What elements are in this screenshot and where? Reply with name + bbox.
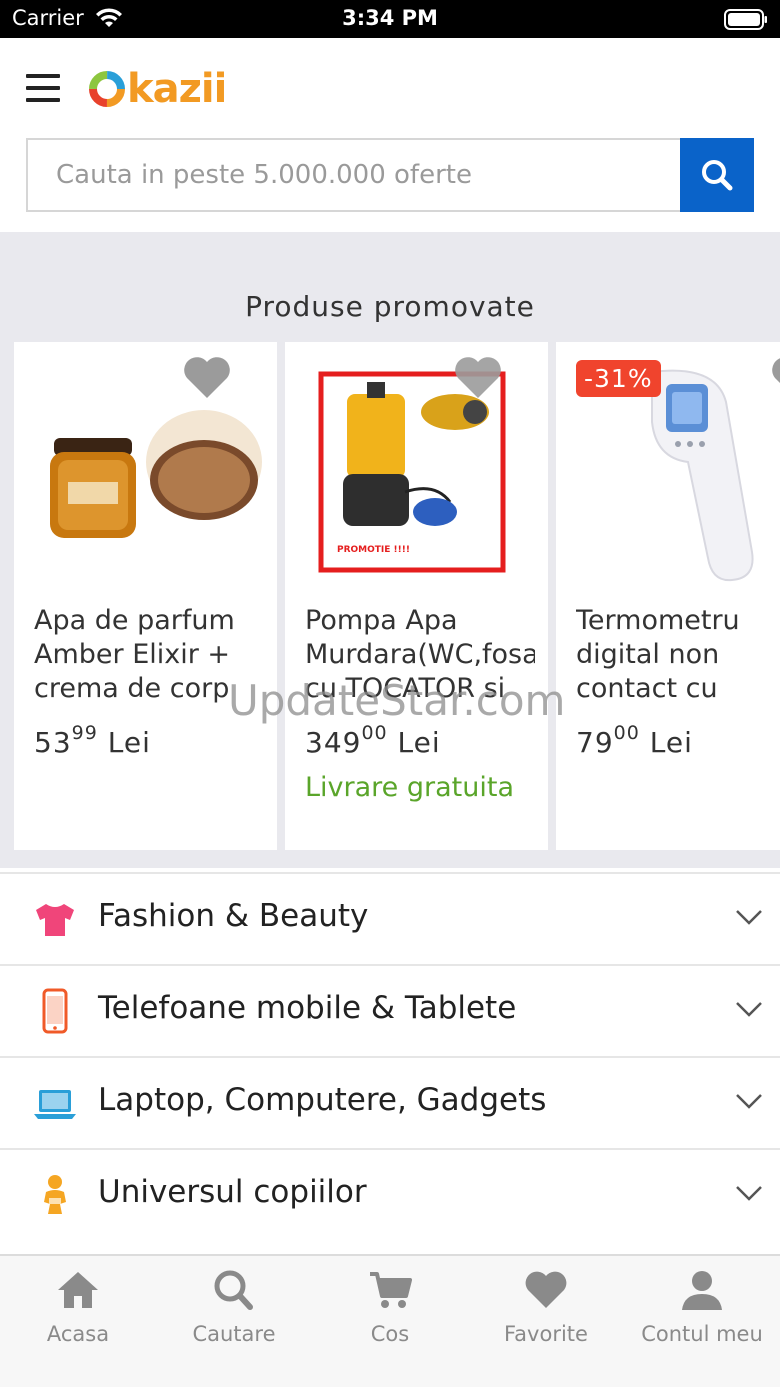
product-card[interactable]: Apa de parfum Amber Elixir + crema de co… bbox=[14, 342, 277, 850]
price-integer: 53 bbox=[34, 726, 72, 759]
logo-ring-icon bbox=[89, 71, 125, 107]
price-decimals: 99 bbox=[71, 722, 98, 744]
free-shipping-label: Livrare gratuita bbox=[305, 772, 514, 803]
category-label: Telefoane mobile & Tablete bbox=[98, 990, 517, 1026]
user-icon bbox=[682, 1271, 722, 1310]
tab-label: Favorite bbox=[504, 1322, 588, 1346]
home-icon bbox=[58, 1272, 98, 1308]
product-price: 34900 Lei bbox=[305, 722, 441, 759]
product-card[interactable]: -31% Termometru digital non contact cu 7… bbox=[556, 342, 780, 850]
logo-text: kazii bbox=[127, 66, 227, 112]
phone-icon bbox=[42, 988, 68, 1034]
water-pump-product-image: PROMOTIE !!!! bbox=[318, 371, 506, 573]
watermark: UpdateStar.com bbox=[228, 676, 566, 725]
bottom-tab-bar: Acasa Cautare Cos Favorite Contul meu bbox=[0, 1254, 780, 1387]
category-label: Laptop, Computere, Gadgets bbox=[98, 1082, 547, 1118]
search-input[interactable] bbox=[26, 138, 680, 212]
category-label: Universul copiilor bbox=[98, 1174, 367, 1210]
price-currency: Lei bbox=[649, 726, 693, 759]
category-fashion-beauty[interactable]: Fashion & Beauty bbox=[0, 872, 780, 964]
tshirt-icon bbox=[36, 904, 74, 936]
perfume-product-image bbox=[50, 410, 262, 538]
app-header: kazii bbox=[0, 38, 780, 232]
chevron-down-icon bbox=[736, 910, 762, 925]
price-currency: Lei bbox=[107, 726, 151, 759]
tab-label: Cos bbox=[370, 1322, 410, 1346]
product-price: 5399 Lei bbox=[34, 722, 151, 759]
category-laptops[interactable]: Laptop, Computere, Gadgets bbox=[0, 1056, 780, 1148]
tab-account[interactable]: Contul meu bbox=[624, 1256, 780, 1387]
search-icon bbox=[214, 1270, 253, 1310]
product-title: Termometru digital non contact cu bbox=[576, 605, 740, 704]
status-bar: Carrier 3:34 PM bbox=[0, 0, 780, 38]
tab-home[interactable]: Acasa bbox=[0, 1256, 156, 1387]
baby-icon bbox=[44, 1175, 66, 1214]
cart-icon bbox=[370, 1272, 412, 1308]
price-decimals: 00 bbox=[613, 722, 640, 744]
search-button[interactable] bbox=[680, 138, 754, 212]
price-currency: Lei bbox=[397, 726, 441, 759]
chevron-down-icon bbox=[736, 1094, 762, 1109]
tab-cart[interactable]: Cos bbox=[312, 1256, 468, 1387]
discount-badge: -31% bbox=[576, 360, 661, 397]
heart-icon bbox=[525, 1271, 567, 1308]
category-phones-tablets[interactable]: Telefoane mobile & Tablete bbox=[0, 964, 780, 1056]
clock: 3:34 PM bbox=[342, 6, 438, 30]
favorite-heart-icon[interactable] bbox=[181, 354, 233, 400]
favorite-heart-icon[interactable] bbox=[452, 354, 504, 400]
search-icon bbox=[702, 160, 733, 191]
price-decimals: 00 bbox=[361, 722, 388, 744]
tab-label: Contul meu bbox=[641, 1322, 763, 1346]
okazii-logo[interactable]: kazii bbox=[88, 64, 227, 114]
chevron-down-icon bbox=[736, 1002, 762, 1017]
tab-label: Acasa bbox=[46, 1322, 110, 1346]
category-kids[interactable]: Universul copiilor bbox=[0, 1148, 780, 1240]
price-integer: 79 bbox=[576, 726, 614, 759]
search-bar bbox=[26, 138, 754, 212]
image-caption: PROMOTIE !!!! bbox=[337, 545, 410, 555]
favorite-heart-icon[interactable] bbox=[769, 354, 780, 400]
laptop-icon bbox=[34, 1090, 76, 1119]
promoted-products-section: Produse promovate Apa de parfum Amber El… bbox=[0, 232, 780, 868]
tab-search[interactable]: Cautare bbox=[156, 1256, 312, 1387]
product-card[interactable]: PROMOTIE !!!! Pompa Apa Murdara(WC,fosa … bbox=[285, 342, 548, 850]
category-label: Fashion & Beauty bbox=[98, 898, 369, 934]
tab-label: Cautare bbox=[192, 1322, 276, 1346]
tab-favorites[interactable]: Favorite bbox=[468, 1256, 624, 1387]
price-integer: 349 bbox=[305, 726, 362, 759]
battery-icon bbox=[724, 9, 767, 30]
section-title: Produse promovate bbox=[245, 290, 535, 323]
category-list: Fashion & Beauty Telefoane mobile & Tabl… bbox=[0, 872, 780, 1240]
chevron-down-icon bbox=[736, 1186, 762, 1201]
hamburger-menu-icon[interactable] bbox=[26, 74, 62, 104]
product-price: 7900 Lei bbox=[576, 722, 693, 759]
